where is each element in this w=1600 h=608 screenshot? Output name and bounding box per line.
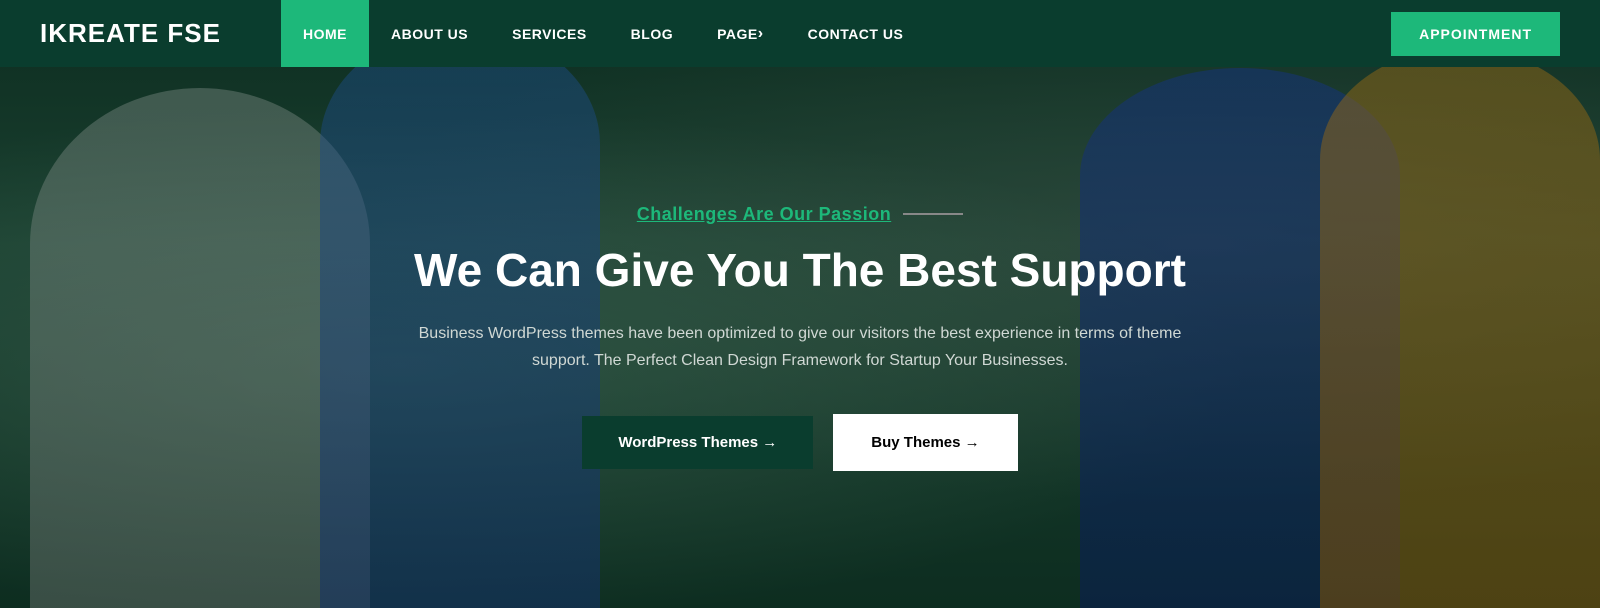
wordpress-themes-button[interactable]: WordPress Themes → bbox=[582, 416, 813, 469]
nav-item-contact[interactable]: CONTACT US bbox=[786, 0, 926, 67]
buy-themes-button[interactable]: Buy Themes → bbox=[833, 414, 1017, 471]
nav-item-page[interactable]: PAGE bbox=[695, 0, 785, 67]
hero-buttons: WordPress Themes → Buy Themes → bbox=[582, 414, 1017, 471]
main-nav: HOME ABOUT US SERVICES BLOG PAGE CONTACT… bbox=[281, 0, 1560, 67]
hero-content: Challenges Are Our Passion We Can Give Y… bbox=[0, 0, 1600, 608]
hero-tagline: Challenges Are Our Passion bbox=[637, 204, 963, 225]
nav-item-blog[interactable]: BLOG bbox=[609, 0, 695, 67]
appointment-button[interactable]: APPOINTMENT bbox=[1391, 12, 1560, 56]
hero-section: Challenges Are Our Passion We Can Give Y… bbox=[0, 0, 1600, 608]
logo[interactable]: IKREATE FSE bbox=[40, 18, 221, 49]
nav-item-home[interactable]: HOME bbox=[281, 0, 369, 67]
hero-title: We Can Give You The Best Support bbox=[414, 243, 1186, 298]
nav-item-services[interactable]: SERVICES bbox=[490, 0, 609, 67]
nav-item-about[interactable]: ABOUT US bbox=[369, 0, 490, 67]
header: IKREATE FSE HOME ABOUT US SERVICES BLOG … bbox=[0, 0, 1600, 67]
hero-description: Business WordPress themes have been opti… bbox=[410, 320, 1190, 374]
